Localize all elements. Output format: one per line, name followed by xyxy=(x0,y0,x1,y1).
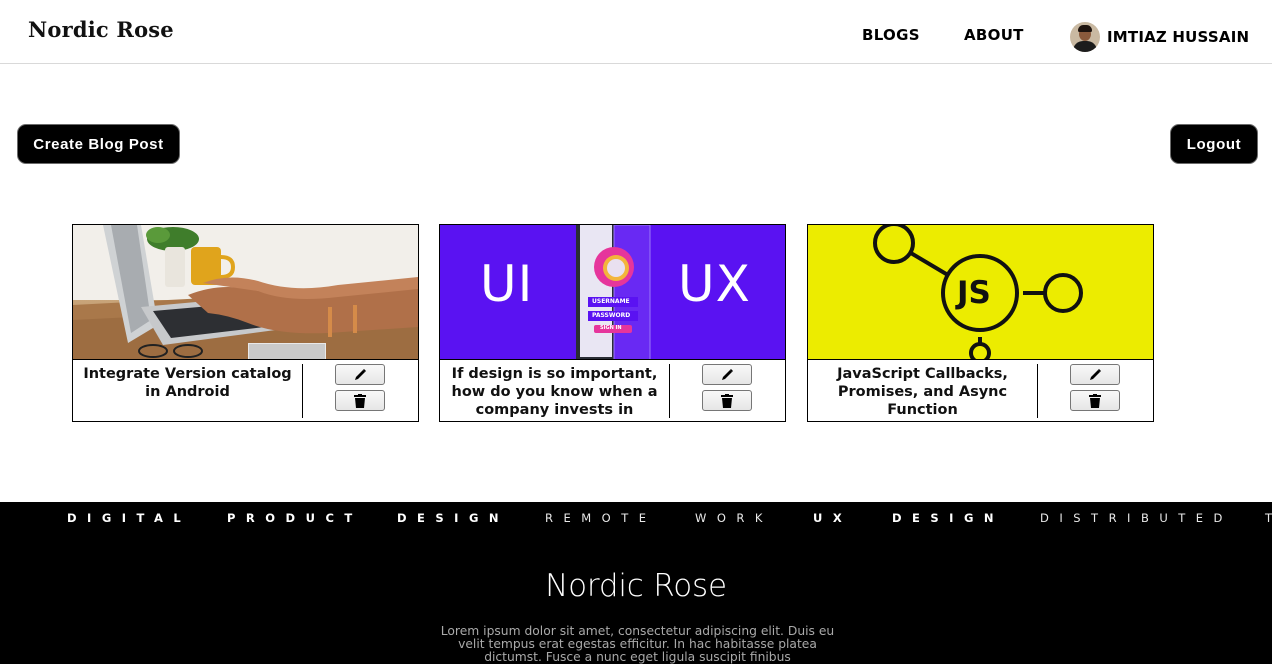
ticker-word: WORK xyxy=(695,511,773,525)
js-network-graphic: JS xyxy=(808,225,1153,360)
nav-blogs-link[interactable]: BLOGS xyxy=(862,26,920,44)
card-title[interactable]: Integrate Version catalog in Android xyxy=(73,365,302,419)
trash-icon xyxy=(721,393,733,408)
ux-text: UX xyxy=(678,255,751,313)
site-footer: DIGITAL PRODUCT DESIGN REMOTE WORK UX DE… xyxy=(0,502,1272,664)
trash-icon xyxy=(354,393,366,408)
blog-card[interactable]: UI UX USERNAME PASSWORD SIGN IN If desig… xyxy=(439,224,786,422)
edit-post-button[interactable] xyxy=(702,364,752,385)
card-divider xyxy=(302,364,303,418)
ticker-word: T xyxy=(1265,511,1272,525)
card-divider xyxy=(669,364,670,418)
pencil-icon xyxy=(355,368,366,380)
delete-post-button[interactable] xyxy=(702,390,752,411)
edit-post-button[interactable] xyxy=(335,364,385,385)
delete-post-button[interactable] xyxy=(335,390,385,411)
ticker-word: DIGITAL xyxy=(67,511,192,525)
avatar xyxy=(1070,22,1100,52)
blog-card[interactable]: JS JavaScript Callbacks, Promises, and A… xyxy=(807,224,1154,422)
brand-logo[interactable]: Nordic Rose xyxy=(28,17,174,42)
pencil-icon xyxy=(722,368,733,380)
ticker-word: DESIGN xyxy=(892,511,1005,525)
card-title[interactable]: JavaScript Callbacks, Promises, and Asyn… xyxy=(808,365,1037,419)
footer-description: Lorem ipsum dolor sit amet, consectetur … xyxy=(440,624,835,664)
logout-button[interactable]: Logout xyxy=(1170,124,1258,164)
ticker-word: PRODUCT xyxy=(227,511,363,525)
user-name: IMTIAZ HUSSAIN xyxy=(1107,28,1250,46)
edit-post-button[interactable] xyxy=(1070,364,1120,385)
sign-in-label: SIGN IN xyxy=(600,325,622,331)
ticker-word: DISTRIBUTED xyxy=(1040,511,1233,525)
ticker-word: REMOTE xyxy=(545,511,657,525)
card-divider xyxy=(1037,364,1038,418)
create-blog-post-button[interactable]: Create Blog Post xyxy=(17,124,180,164)
username-label: USERNAME xyxy=(592,298,630,305)
delete-post-button[interactable] xyxy=(1070,390,1120,411)
trash-icon xyxy=(1089,393,1101,408)
footer-brand: Nordic Rose xyxy=(545,568,727,604)
card-title[interactable]: If design is so important, how do you kn… xyxy=(440,365,669,419)
user-menu[interactable]: IMTIAZ HUSSAIN xyxy=(1070,21,1249,53)
ticker-word: UX xyxy=(813,511,853,525)
blog-card[interactable]: Integrate Version catalog in Android xyxy=(72,224,419,422)
ui-ux-banner: UI UX USERNAME PASSWORD SIGN IN xyxy=(440,225,785,360)
pencil-icon xyxy=(1090,368,1101,380)
ticker-word: DESIGN xyxy=(397,511,510,525)
ui-text: UI xyxy=(480,255,534,313)
js-text: JS xyxy=(957,275,991,311)
laptop-typing-photo xyxy=(73,225,418,360)
site-header: Nordic Rose BLOGS ABOUT IMTIAZ HUSSAIN xyxy=(0,0,1272,64)
nav-about-link[interactable]: ABOUT xyxy=(964,26,1024,44)
password-label: PASSWORD xyxy=(592,312,631,319)
